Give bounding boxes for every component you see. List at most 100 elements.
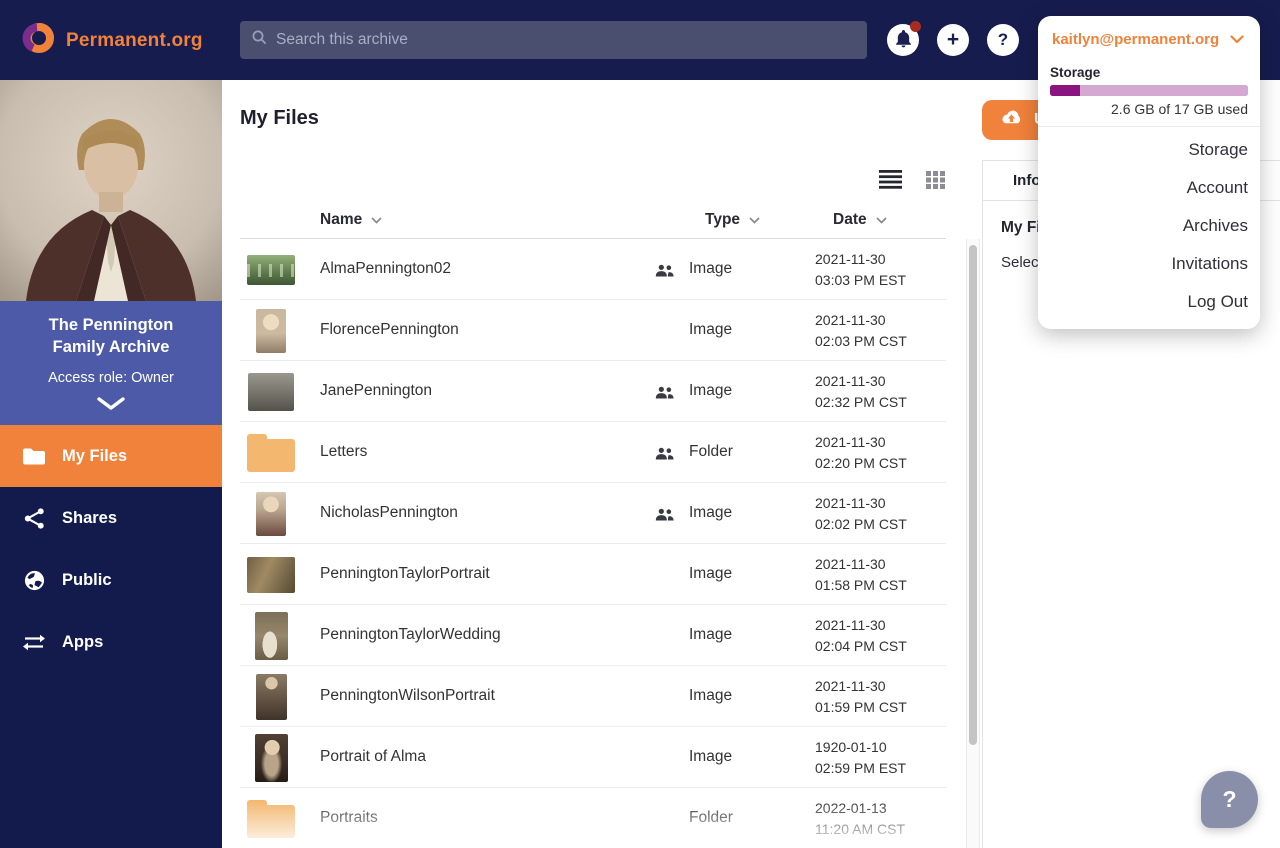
file-row[interactable]: FlorencePennington Image 2021-11-30 02:0… [240,300,946,361]
file-name: PenningtonTaylorPortrait [320,565,490,582]
file-date: 2021-11-30 [815,617,886,633]
tab-info[interactable]: Info [1013,172,1041,189]
folder-icon [21,447,47,466]
brand-name: Permanent.org [66,29,203,51]
file-date: 2022-01-13 [815,800,887,816]
account-menu-button[interactable]: kaitlyn@permanent.org [1038,16,1260,61]
notification-badge [910,21,921,32]
file-row[interactable]: AlmaPennington02 Image 2021-11-30 03:03 … [240,239,946,300]
account-email: kaitlyn@permanent.org [1052,31,1220,48]
file-name: JanePennington [320,382,433,399]
thumbnail-cell [240,300,302,361]
file-row[interactable]: PenningtonWilsonPortrait Image 2021-11-3… [240,666,946,727]
archive-photo[interactable] [0,80,222,301]
cloud-upload-icon [1000,110,1023,131]
chevron-down-icon [0,397,222,415]
account-menu-item[interactable]: Log Out [1038,283,1260,321]
column-header-type[interactable]: Type [705,211,760,229]
file-row[interactable]: NicholasPennington Image 2021-11-30 02:0… [240,483,946,544]
sidebar-item-apps[interactable]: Apps [0,611,222,673]
account-dropdown: kaitlyn@permanent.org Storage 2.6 GB of … [1038,16,1260,329]
file-thumbnail [248,372,294,411]
shared-icon [655,447,674,465]
file-type: Folder [689,443,733,460]
file-time: 01:59 PM CST [815,699,907,715]
file-row[interactable]: Letters Folder 2021-11-30 02:20 PM CST [240,422,946,483]
storage-progress-fill [1050,85,1081,96]
app-window: Permanent.org Search this archive + ? Th… [0,0,1280,848]
sidebar-item-public[interactable]: Public [0,549,222,611]
file-thumbnail [247,799,295,838]
file-date-cell: 2021-11-30 02:20 PM CST [815,432,907,474]
file-thumbnail [255,673,287,720]
apps-icon [21,634,47,651]
file-name: Portraits [320,809,378,826]
file-type: Image [689,382,733,399]
list-scrollbar-track[interactable] [966,239,980,848]
permanent-logo-icon [20,20,56,61]
chevron-down-icon [1230,31,1244,49]
file-time: 02:59 PM EST [815,760,907,776]
file-date: 2021-11-30 [815,434,886,450]
brand[interactable]: Permanent.org [20,20,203,61]
file-row[interactable]: JanePennington Image 2021-11-30 02:32 PM… [240,361,946,422]
file-thumbnail [254,733,288,782]
account-menu-item[interactable]: Archives [1038,207,1260,245]
file-type: Image [689,260,733,277]
file-name: Portrait of Alma [320,748,426,765]
thumbnail-cell [240,239,302,300]
file-row[interactable]: PenningtonTaylorPortrait Image 2021-11-3… [240,544,946,605]
file-row[interactable]: Portrait of Alma Image 1920-01-10 02:59 … [240,727,946,788]
file-type: Image [689,565,733,582]
column-header-name[interactable]: Name [320,211,382,229]
archive-switcher[interactable]: The Pennington Family Archive Access rol… [0,301,222,425]
globe-icon [21,569,47,592]
file-time: 02:02 PM CST [815,516,907,532]
sidebar-item-shares[interactable]: Shares [0,487,222,549]
help-button[interactable]: ? [987,24,1019,56]
column-label: Name [320,211,363,228]
sort-chevron-icon [371,216,382,224]
file-thumbnail [247,433,295,472]
file-type: Image [689,321,733,338]
account-menu-item[interactable]: Storage [1038,131,1260,169]
info-panel-hint: Select [1001,254,1043,271]
sidebar-item-label: Shares [62,508,118,527]
file-date: 2021-11-30 [815,556,886,572]
sidebar-item-label: My Files [62,446,128,465]
file-time: 01:58 PM CST [815,577,907,593]
thumbnail-cell [240,605,302,666]
file-date-cell: 2021-11-30 01:58 PM CST [815,554,907,596]
file-type: Image [689,687,733,704]
file-time: 02:32 PM CST [815,394,907,410]
file-thumbnail [247,254,295,285]
storage-progress-bar [1050,85,1248,96]
sidebar-item-my-files[interactable]: My Files [0,425,222,487]
search-input[interactable]: Search this archive [240,21,867,59]
thumbnail-cell [240,544,302,605]
sidebar: The Pennington Family Archive Access rol… [0,80,222,848]
file-time: 11:20 AM CST [815,821,906,837]
column-header-date[interactable]: Date [833,211,887,229]
thumbnail-cell [240,666,302,727]
help-beacon-button[interactable]: ? [1201,771,1258,828]
search-placeholder: Search this archive [276,31,408,48]
thumbnail-cell [240,727,302,788]
file-name: PenningtonTaylorWedding [320,626,501,643]
file-row[interactable]: Portraits Folder 2022-01-13 11:20 AM CST [240,788,946,848]
list-view-icon[interactable] [879,170,902,194]
file-date-cell: 2021-11-30 02:03 PM CST [815,310,907,352]
file-time: 02:20 PM CST [815,455,907,471]
file-date: 2021-11-30 [815,312,886,328]
grid-view-icon[interactable] [926,171,945,194]
question-icon: ? [997,30,1009,49]
list-scrollbar-thumb[interactable] [969,245,977,745]
dropdown-divider [1038,126,1260,127]
storage-used-text: 2.6 GB of 17 GB used [1111,101,1248,117]
shared-icon [655,264,674,282]
account-menu-item[interactable]: Account [1038,169,1260,207]
file-row[interactable]: PenningtonTaylorWedding Image 2021-11-30… [240,605,946,666]
add-button[interactable]: + [937,24,969,56]
notifications-button[interactable] [887,21,921,56]
account-menu-item[interactable]: Invitations [1038,245,1260,283]
